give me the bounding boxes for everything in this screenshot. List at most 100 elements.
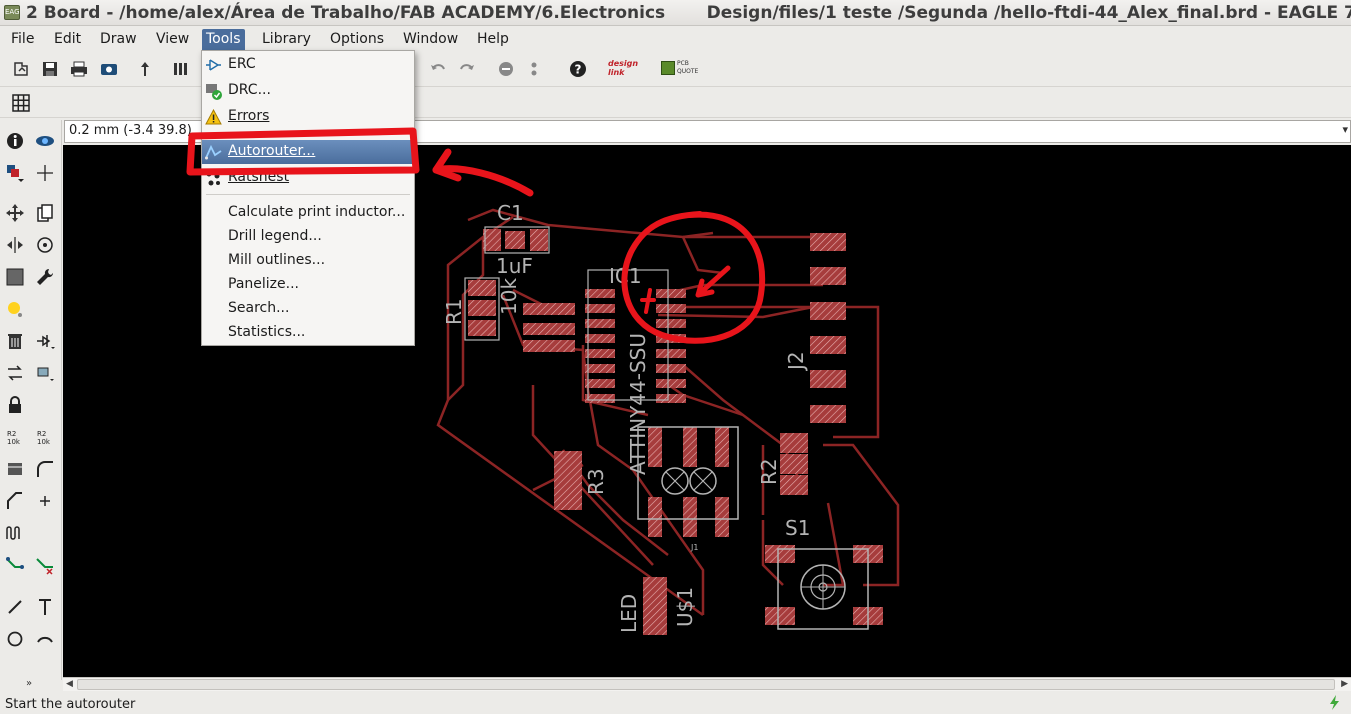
label-attiny: ATTINY44-SSU bbox=[626, 333, 650, 475]
copy-tool[interactable] bbox=[32, 200, 58, 226]
smd-pad bbox=[656, 394, 686, 403]
menu-item-drc[interactable]: DRC... bbox=[202, 79, 414, 103]
scrollbar-thumb[interactable] bbox=[77, 679, 1335, 690]
miter-tool[interactable] bbox=[32, 456, 58, 482]
open-button[interactable] bbox=[8, 56, 34, 82]
smd-pad bbox=[656, 334, 686, 343]
smd-pad bbox=[505, 231, 525, 249]
smd-pad bbox=[554, 471, 582, 491]
cam-button[interactable] bbox=[96, 56, 122, 82]
route-tool[interactable] bbox=[2, 552, 28, 578]
smd-pad bbox=[810, 370, 846, 388]
menu-item-mill-outlines[interactable]: Mill outlines... bbox=[202, 249, 414, 273]
arc-icon bbox=[37, 636, 53, 643]
menu-item-autorouter[interactable]: Autorouter... bbox=[202, 140, 414, 164]
menu-window[interactable]: Window bbox=[399, 29, 462, 51]
lock-tool[interactable] bbox=[2, 392, 28, 418]
delete-tool[interactable] bbox=[2, 328, 28, 354]
group-tool[interactable] bbox=[2, 264, 28, 290]
menu-item-errors[interactable]: Errors bbox=[202, 105, 414, 129]
more-tools-chevron-icon[interactable]: » bbox=[26, 678, 32, 689]
value-tool[interactable]: R2 10k bbox=[32, 424, 58, 450]
grid-button[interactable] bbox=[8, 90, 34, 116]
split-tool[interactable] bbox=[2, 488, 28, 514]
paste-tool[interactable] bbox=[2, 296, 28, 322]
go-button[interactable] bbox=[521, 56, 547, 82]
menu-item-drill-legend[interactable]: Drill legend... bbox=[202, 225, 414, 249]
change-tool[interactable] bbox=[32, 264, 58, 290]
label-r1-value: 10k bbox=[497, 278, 521, 315]
circle-icon bbox=[7, 631, 23, 647]
redo-button[interactable] bbox=[454, 56, 480, 82]
name-tool[interactable]: R2 10k bbox=[2, 424, 28, 450]
rotate-icon bbox=[37, 237, 53, 253]
save-button[interactable] bbox=[37, 56, 63, 82]
show-tool[interactable] bbox=[32, 128, 58, 154]
menu-tools[interactable]: Tools bbox=[202, 29, 245, 51]
menu-separator bbox=[206, 194, 410, 195]
menu-item-statistics[interactable]: Statistics... bbox=[202, 321, 414, 345]
print-button[interactable] bbox=[66, 56, 92, 82]
add-tool[interactable] bbox=[32, 328, 58, 354]
smd-pad bbox=[683, 497, 697, 537]
pinswap-tool[interactable] bbox=[2, 360, 28, 386]
horizontal-scrollbar[interactable]: ◀ ▶ bbox=[63, 677, 1351, 691]
status-bar: Start the autorouter bbox=[0, 692, 1351, 713]
script-button[interactable] bbox=[132, 56, 158, 82]
wire-tool[interactable] bbox=[2, 594, 28, 620]
switch-schematic-button[interactable] bbox=[168, 56, 194, 82]
menu-item-erc[interactable]: ERC bbox=[202, 53, 414, 77]
copper-pads bbox=[468, 229, 883, 635]
smd-pad bbox=[585, 349, 615, 358]
menu-item-calculate-print-inductor[interactable]: Calculate print inductor... bbox=[202, 201, 414, 225]
menu-options[interactable]: Options bbox=[326, 29, 388, 51]
smd-pad bbox=[523, 340, 575, 352]
ripup-tool[interactable] bbox=[32, 552, 58, 578]
mirror-tool[interactable] bbox=[2, 232, 28, 258]
label-r2: R2 bbox=[757, 458, 781, 485]
text-tool[interactable] bbox=[32, 594, 58, 620]
design-link-button[interactable]: design link bbox=[608, 59, 652, 81]
smd-pad bbox=[585, 289, 615, 298]
scroll-right-icon[interactable]: ▶ bbox=[1341, 679, 1348, 689]
svg-text:?: ? bbox=[575, 63, 582, 77]
rotate-tool[interactable] bbox=[32, 232, 58, 258]
label-r1: R1 bbox=[442, 298, 466, 325]
menu-item-search[interactable]: Search... bbox=[202, 297, 414, 321]
smash-tool[interactable] bbox=[2, 456, 28, 482]
optimize-tool[interactable] bbox=[32, 488, 58, 514]
menu-item-panelize[interactable]: Panelize... bbox=[202, 273, 414, 297]
schematic-icon bbox=[174, 63, 187, 75]
mark-tool[interactable] bbox=[32, 160, 58, 186]
menu-file[interactable]: File bbox=[7, 29, 38, 51]
help-button[interactable]: ? bbox=[565, 56, 591, 82]
menu-edit[interactable]: Edit bbox=[50, 29, 85, 51]
menu-separator bbox=[206, 133, 410, 134]
stop-icon bbox=[499, 62, 513, 76]
menu-help[interactable]: Help bbox=[473, 29, 513, 51]
circle-tool[interactable] bbox=[2, 626, 28, 652]
menu-view[interactable]: View bbox=[152, 29, 193, 51]
board-labels: C1 1uF R1 10k IC1 ATTINY44-SSU J2 R3 R2 … bbox=[442, 201, 810, 633]
undo-button[interactable] bbox=[425, 56, 451, 82]
scroll-left-icon[interactable]: ◀ bbox=[66, 679, 73, 689]
menu-library[interactable]: Library bbox=[258, 29, 315, 51]
smd-pad bbox=[810, 302, 846, 320]
trash-icon bbox=[8, 334, 22, 349]
move-tool[interactable] bbox=[2, 200, 28, 226]
display-tool[interactable] bbox=[2, 160, 28, 186]
smd-pad bbox=[656, 379, 686, 388]
menu-item-ratsnest[interactable]: Ratsnest bbox=[202, 166, 414, 190]
stop-button[interactable] bbox=[493, 56, 519, 82]
pcb-quote-button[interactable]: PCB QUOTE bbox=[661, 59, 701, 81]
menu-draw[interactable]: Draw bbox=[96, 29, 141, 51]
chevron-down-icon[interactable]: ▾ bbox=[1342, 123, 1348, 136]
meander-tool[interactable] bbox=[2, 520, 28, 546]
smd-pad bbox=[468, 320, 496, 336]
miter-icon bbox=[37, 461, 53, 477]
replace-tool[interactable] bbox=[32, 360, 58, 386]
svg-text:10k: 10k bbox=[37, 438, 51, 446]
arc-tool[interactable] bbox=[32, 626, 58, 652]
replace-icon bbox=[37, 367, 54, 381]
info-tool[interactable] bbox=[2, 128, 28, 154]
